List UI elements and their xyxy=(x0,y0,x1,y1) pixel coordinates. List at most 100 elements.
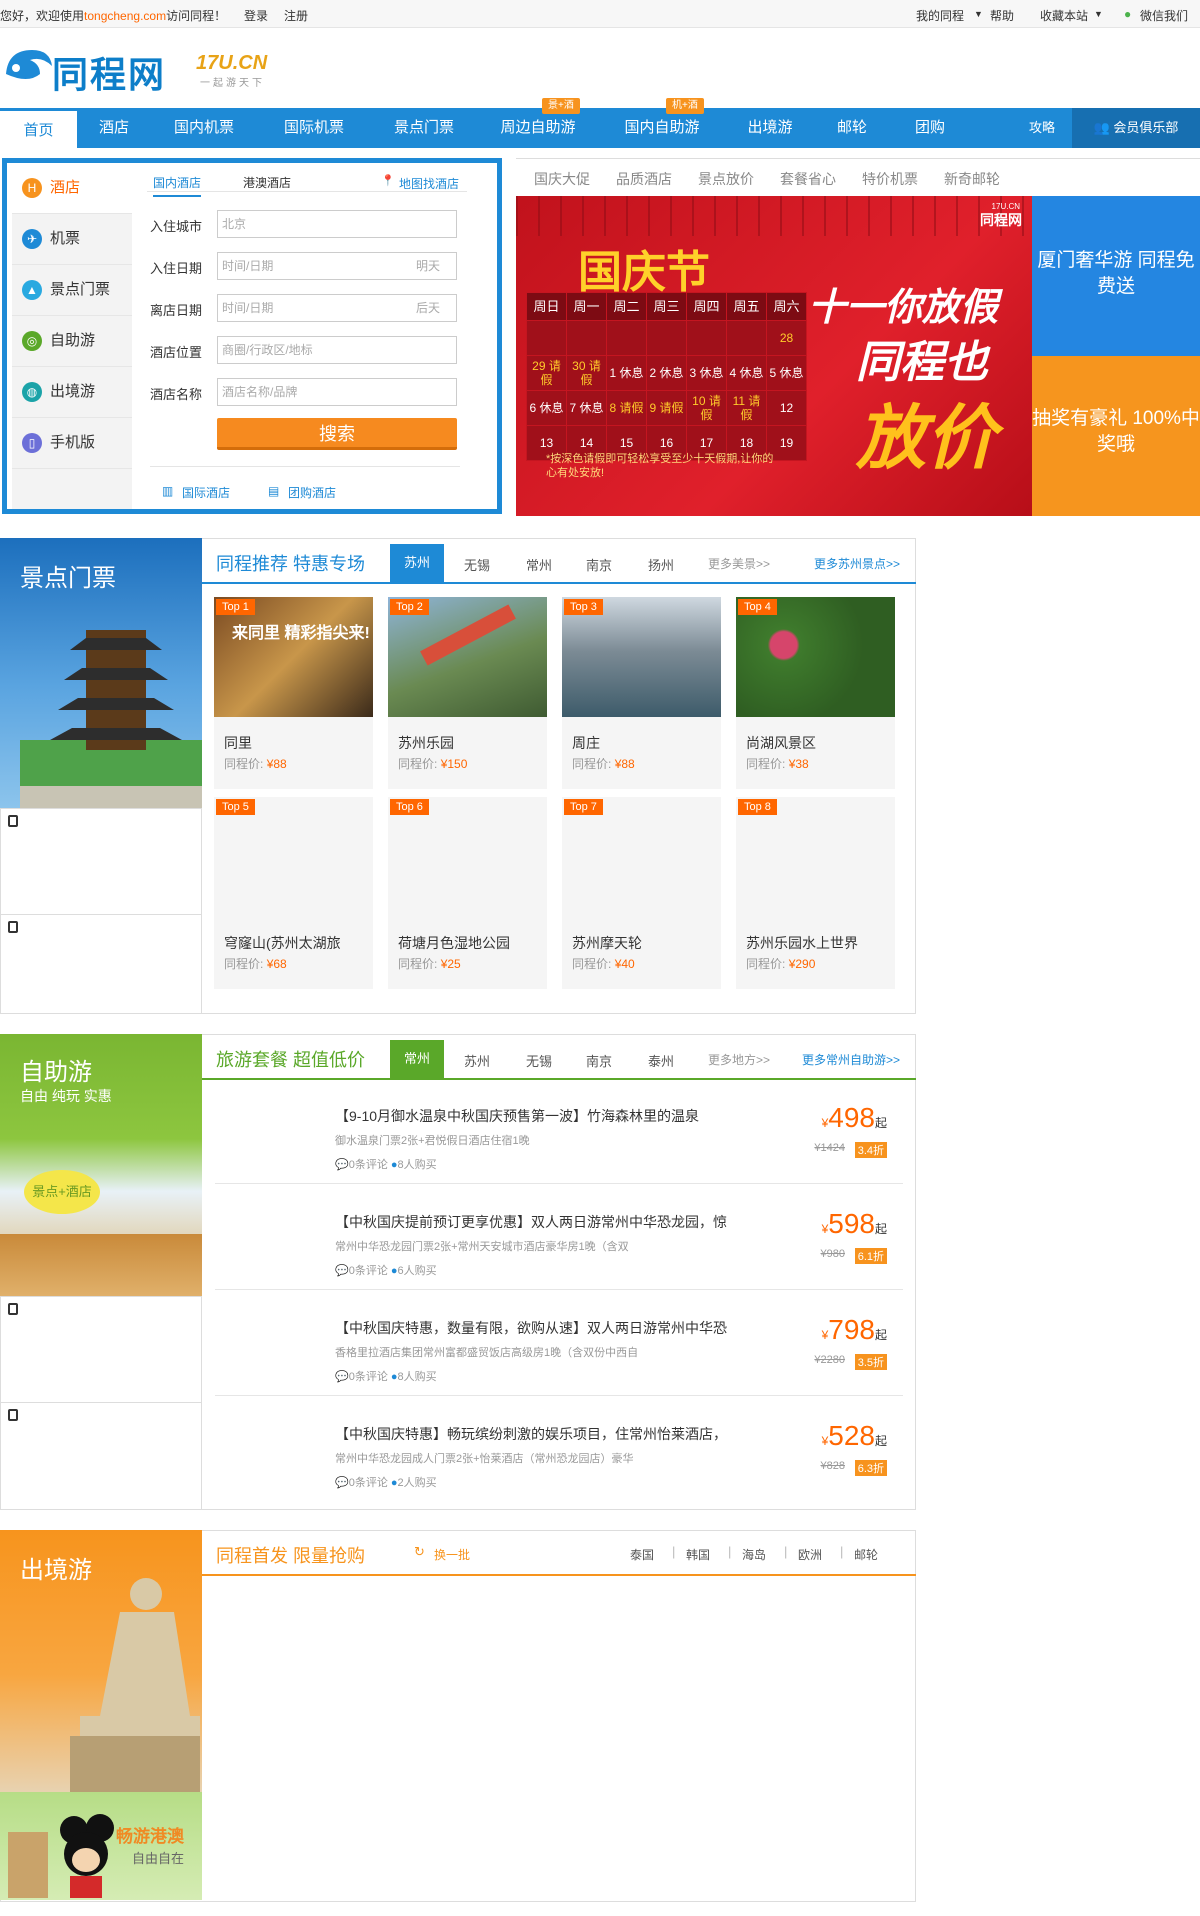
nav-intl-flight[interactable]: 国际机票 xyxy=(278,108,350,148)
scenic-card[interactable]: 来同里 精彩指尖来! Top 1 同里 同程价: ¥88 xyxy=(214,597,373,789)
checkin-placeholder: 时间/日期 xyxy=(222,259,274,273)
subtab-domestic-hotel[interactable]: 国内酒店 xyxy=(153,174,202,197)
outbound-poster[interactable]: 出境游 xyxy=(0,1530,202,1792)
scenic-card[interactable]: Top 3 周庄 同程价: ¥88 xyxy=(562,597,721,789)
member-club-button[interactable]: 👥 会员俱乐部 xyxy=(1072,108,1200,148)
tab-taizhou[interactable]: 泰州 xyxy=(648,1051,674,1070)
side-tab-mobile[interactable]: ▯ 手机版 xyxy=(12,418,132,469)
subtab-map-hotel[interactable]: 地图找酒店 xyxy=(399,175,459,192)
more-changzhou-link[interactable]: 更多常州自助游>> xyxy=(802,1051,900,1068)
tab-nanjing[interactable]: 南京 xyxy=(586,555,612,574)
self-tour-subtitle: 自由 纯玩 实惠 xyxy=(20,1088,112,1104)
nav-home[interactable]: 首页 xyxy=(0,108,77,148)
nav-cruise[interactable]: 邮轮 xyxy=(832,108,872,148)
package-item[interactable]: 【9-10月御水温泉中秋国庆预售第一波】竹海森林里的温泉 御水温泉门票2张+君悦… xyxy=(215,1080,903,1184)
scenic-card[interactable]: Top 2 苏州乐园 同程价: ¥150 xyxy=(388,597,547,789)
scenic-poster[interactable]: 景点门票 xyxy=(0,538,202,808)
intl-hotel-link[interactable]: 国际酒店 xyxy=(182,484,230,501)
lottery-promo-link[interactable]: 抽奖有豪礼 100%中奖哦 xyxy=(1032,356,1200,516)
side-tab-outbound[interactable]: ◍ 出境游 xyxy=(12,367,132,418)
register-link[interactable]: 注册 xyxy=(284,7,308,24)
hk-macau-promo[interactable]: 畅游港澳 自由自在 xyxy=(0,1792,202,1900)
user-group-icon: 👥 xyxy=(1093,120,1114,135)
side-tab-hotel[interactable]: H 酒店 xyxy=(12,163,132,214)
side-tab-flight[interactable]: ✈ 机票 xyxy=(12,214,132,265)
login-link[interactable]: 登录 xyxy=(244,7,268,24)
tab-wuxi[interactable]: 无锡 xyxy=(526,1051,552,1070)
nav-domestic-flight[interactable]: 国内机票 xyxy=(168,108,240,148)
promo-tab[interactable]: 特价机票 xyxy=(862,169,918,189)
group-hotel-link[interactable]: 团购酒店 xyxy=(288,484,336,501)
national-day-banner[interactable]: 国庆节 同程网 17U.CN 周日 周一 周二 周三 周四 周五 周六 28 29 请假 30… xyxy=(516,196,1032,516)
search-button[interactable]: 搜索 xyxy=(217,418,457,450)
checkout-input[interactable]: 时间/日期 后天 xyxy=(217,294,457,322)
tab-island[interactable]: 海岛 xyxy=(742,1546,766,1563)
self-tour-poster[interactable]: 自助游 自由 纯玩 实惠 景点+酒店 xyxy=(0,1034,202,1296)
scenic-card[interactable]: Top 5 穹窿山(苏州太湖旅 同程价: ¥68 xyxy=(214,797,373,989)
tab-wuxi[interactable]: 无锡 xyxy=(464,555,490,574)
scenic-card[interactable]: Top 4 尚湖风景区 同程价: ¥38 xyxy=(736,597,895,789)
package-title[interactable]: 【9-10月御水温泉中秋国庆预售第一波】竹海森林里的温泉 xyxy=(335,1106,765,1126)
xiamen-promo-link[interactable]: 厦门奢华游 同程免费送 xyxy=(1032,196,1200,356)
cal-cell xyxy=(566,320,607,356)
tab-thailand[interactable]: 泰国 xyxy=(630,1546,654,1563)
tab-more-scenic[interactable]: 更多美景>> xyxy=(708,555,770,572)
tab-more-places[interactable]: 更多地方>> xyxy=(708,1051,770,1068)
scenic-card[interactable]: Top 6 荷塘月色湿地公园 同程价: ¥25 xyxy=(388,797,547,989)
nav-hotel[interactable]: 酒店 xyxy=(92,108,136,148)
scenic-card[interactable]: Top 7 苏州摩天轮 同程价: ¥40 xyxy=(562,797,721,989)
nav-groupbuy[interactable]: 团购 xyxy=(910,108,950,148)
mobile-icon xyxy=(8,815,18,827)
nav-guide[interactable]: 攻略 xyxy=(1022,108,1062,148)
package-item[interactable]: 【中秋国庆特惠，数量有限，欲购从速】双人两日游常州中华恐 香格里拉酒店集团常州富… xyxy=(215,1292,903,1396)
site-link[interactable]: tongcheng.com xyxy=(84,9,166,23)
logo-name[interactable]: 同程网 xyxy=(52,46,166,98)
scenic-name: 苏州乐园水上世界 xyxy=(746,935,858,951)
tab-changzhou[interactable]: 常州 xyxy=(390,1040,444,1078)
refresh-button[interactable]: 换一批 xyxy=(434,1546,470,1563)
location-input[interactable]: 商圈/行政区/地标 xyxy=(217,336,457,364)
scenic-card[interactable]: Top 8 苏州乐园水上世界 同程价: ¥290 xyxy=(736,797,895,989)
wechat-link[interactable]: 微信我们 xyxy=(1140,7,1188,24)
promo-tab[interactable]: 景点放价 xyxy=(698,169,754,189)
side-tab-selftour[interactable]: ◎ 自助游 xyxy=(12,316,132,367)
package-title[interactable]: 【中秋国庆特惠】畅玩缤纷刺激的娱乐项目，住常州怡莱酒店， xyxy=(335,1424,765,1444)
nav-nearby-self-tour[interactable]: 周边自助游 xyxy=(494,108,582,148)
promo-tab[interactable]: 新奇邮轮 xyxy=(944,169,1000,189)
tab-europe[interactable]: 欧洲 xyxy=(798,1546,822,1563)
logo-dolphin-icon[interactable] xyxy=(2,44,54,86)
promo-tab[interactable]: 国庆大促 xyxy=(534,169,590,189)
nav-scenic-tickets[interactable]: 景点门票 xyxy=(388,108,460,148)
tab-changzhou[interactable]: 常州 xyxy=(526,555,552,574)
building-icon: ▥ xyxy=(162,484,174,498)
tab-suzhou[interactable]: 苏州 xyxy=(464,1051,490,1070)
checkin-input[interactable]: 时间/日期 明天 xyxy=(217,252,457,280)
package-item[interactable]: 【中秋国庆提前预订更享优惠】双人两日游常州中华恐龙园，惊 常州中华恐龙园门票2张… xyxy=(215,1186,903,1290)
subtab-hk-macau-hotel[interactable]: 港澳酒店 xyxy=(243,174,291,191)
package-item[interactable]: 【中秋国庆特惠】畅玩缤纷刺激的娱乐项目，住常州怡莱酒店， 常州中华恐龙园成人门票… xyxy=(215,1398,903,1502)
comment-count: 0条评论 xyxy=(348,1371,388,1383)
nav-domestic-self-tour[interactable]: 国内自助游 xyxy=(618,108,706,148)
promo-tab[interactable]: 品质酒店 xyxy=(616,169,672,189)
help-link[interactable]: 帮助 xyxy=(990,7,1014,24)
package-title[interactable]: 【中秋国庆特惠，数量有限，欲购从速】双人两日游常州中华恐 xyxy=(335,1318,765,1338)
cal-cell: 7 休息 xyxy=(566,390,607,426)
nav-outbound[interactable]: 出境游 xyxy=(742,108,798,148)
package-title[interactable]: 【中秋国庆提前预订更享优惠】双人两日游常州中华恐龙园，惊 xyxy=(335,1212,765,1232)
tab-suzhou[interactable]: 苏州 xyxy=(390,544,444,582)
hotel-name-input[interactable]: 酒店名称/品牌 xyxy=(217,378,457,406)
favorite-menu[interactable]: 收藏本站 xyxy=(1040,7,1088,24)
side-tab-scenic[interactable]: ▲ 景点门票 xyxy=(12,265,132,316)
comment-count: 0条评论 xyxy=(348,1159,388,1171)
promo-tab[interactable]: 套餐省心 xyxy=(780,169,836,189)
scenic-name: 尚湖风景区 xyxy=(746,735,816,751)
tab-nanjing[interactable]: 南京 xyxy=(586,1051,612,1070)
scenic-price: 同程价: ¥40 xyxy=(572,955,635,972)
tab-cruise[interactable]: 邮轮 xyxy=(854,1546,878,1563)
tab-korea[interactable]: 韩国 xyxy=(686,1546,710,1563)
my-tongcheng-menu[interactable]: 我的同程 xyxy=(916,7,964,24)
hk-macau-subtitle: 自由自在 xyxy=(132,1851,185,1866)
more-suzhou-link[interactable]: 更多苏州景点>> xyxy=(814,555,900,572)
tab-yangzhou[interactable]: 扬州 xyxy=(648,555,674,574)
city-input[interactable]: 北京 xyxy=(217,210,457,238)
